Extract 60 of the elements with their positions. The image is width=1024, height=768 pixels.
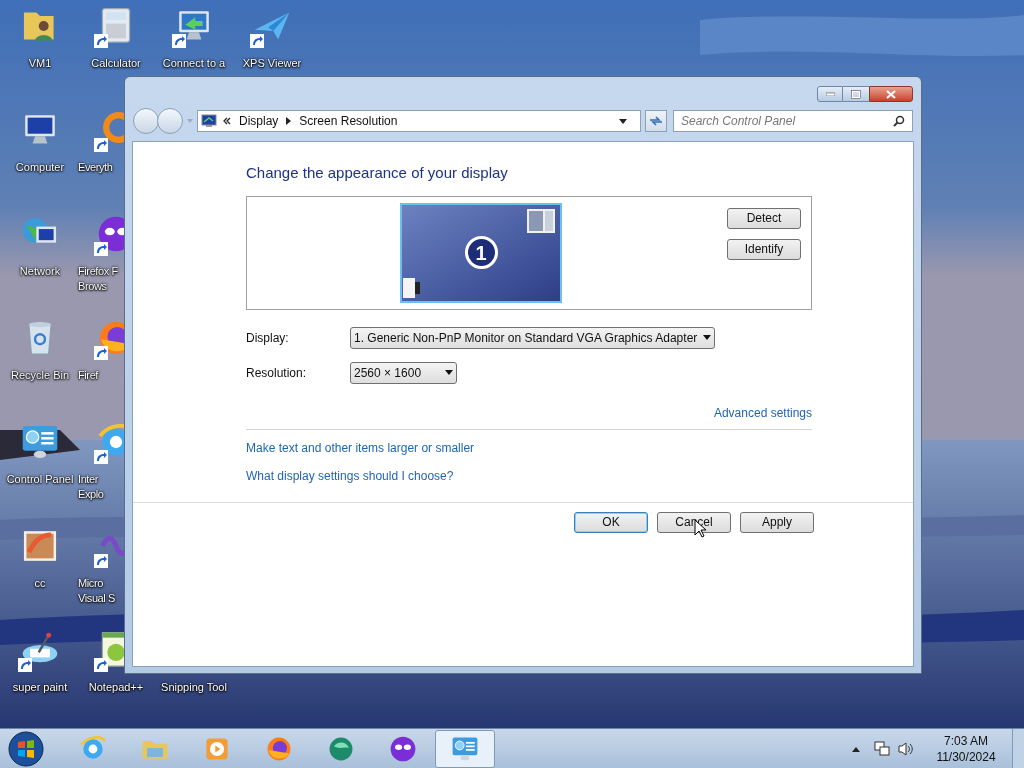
maximize-button[interactable]: [843, 86, 869, 102]
caret-icon: [187, 119, 193, 123]
maximize-icon: [851, 89, 861, 99]
icon-label[interactable]: Micro Visual S: [78, 576, 115, 606]
network-icon[interactable]: [874, 740, 890, 757]
icon-label[interactable]: Everyth: [78, 160, 113, 175]
field-label: Resolution:: [246, 364, 308, 382]
back-button[interactable]: [133, 108, 159, 134]
dialog-button[interactable]: OK: [574, 511, 648, 533]
forward-button[interactable]: [157, 108, 183, 134]
clock-time[interactable]: 7:03 AM: [944, 732, 988, 749]
icon-label[interactable]: VM1: [28, 56, 52, 71]
monitor-thumbnail[interactable]: 1: [400, 202, 562, 303]
search-input[interactable]: Search Control Panel: [681, 112, 893, 130]
icon-label[interactable]: Inter Explo: [78, 472, 104, 502]
dropdown-caret-icon: [703, 335, 712, 340]
chevrons-left-icon: [223, 117, 231, 125]
page-heading: Change the appearance of your display: [246, 163, 509, 183]
icon-label[interactable]: super paint: [12, 680, 68, 695]
close-icon: [886, 89, 896, 99]
dropdown-caret-icon: [445, 370, 454, 375]
icon-label[interactable]: Connect to a: [162, 56, 226, 71]
clock-date[interactable]: 11/30/2024: [936, 748, 996, 765]
breadcrumb[interactable]: Screen Resolution: [297, 112, 400, 130]
dropdown[interactable]: 2560 × 1600: [350, 361, 458, 384]
taskbar-button[interactable]: [435, 729, 495, 768]
show-desktop-button[interactable]: [1012, 728, 1024, 768]
refresh-button[interactable]: [645, 110, 667, 132]
icon-label[interactable]: Computer: [15, 160, 65, 175]
search-icon: [893, 115, 905, 127]
monitor-icon: [201, 114, 217, 128]
minimize-icon: [825, 92, 835, 96]
dropdown[interactable]: 1. Generic Non-PnP Monitor on Standard VGA Graphics Adapter: [350, 326, 716, 349]
start-button[interactable]: [7, 729, 45, 768]
icon-label[interactable]: Notepad++: [88, 680, 144, 695]
monitor-number: 1: [464, 236, 498, 269]
dialog-button[interactable]: Apply: [740, 511, 814, 533]
speaker-icon[interactable]: [898, 740, 914, 757]
icon-label[interactable]: XPS Viewer: [242, 56, 302, 71]
refresh-icon: [649, 115, 663, 127]
address-bar[interactable]: Display Screen Resolution: [197, 110, 641, 132]
icon-label[interactable]: cc: [34, 576, 46, 591]
close-button[interactable]: [869, 86, 913, 102]
icon-label[interactable]: Snipping Tool: [161, 680, 227, 695]
window-thumbnail-icon: [527, 208, 555, 233]
show-hidden-icons-icon[interactable]: [852, 745, 860, 752]
breadcrumb[interactable]: Display: [237, 112, 281, 130]
icon-label[interactable]: Calculator: [91, 56, 141, 71]
search-field[interactable]: Search Control Panel: [673, 110, 913, 132]
panel-button[interactable]: Detect: [727, 207, 801, 229]
dropdown-caret-icon[interactable]: [619, 118, 627, 124]
help-link[interactable]: What display settings should I choose?: [246, 466, 454, 485]
breadcrumb-arrow-icon: [286, 117, 292, 125]
field-label: Display:: [246, 329, 290, 347]
advanced-settings-link[interactable]: Advanced settings: [713, 403, 812, 422]
minimize-button[interactable]: [817, 86, 843, 102]
help-link[interactable]: Make text and other items larger or smaller: [246, 438, 475, 457]
icon-label[interactable]: Control Panel: [6, 472, 74, 487]
panel-button[interactable]: Identify: [727, 238, 801, 260]
window-thumbnail-icon: [403, 277, 421, 298]
